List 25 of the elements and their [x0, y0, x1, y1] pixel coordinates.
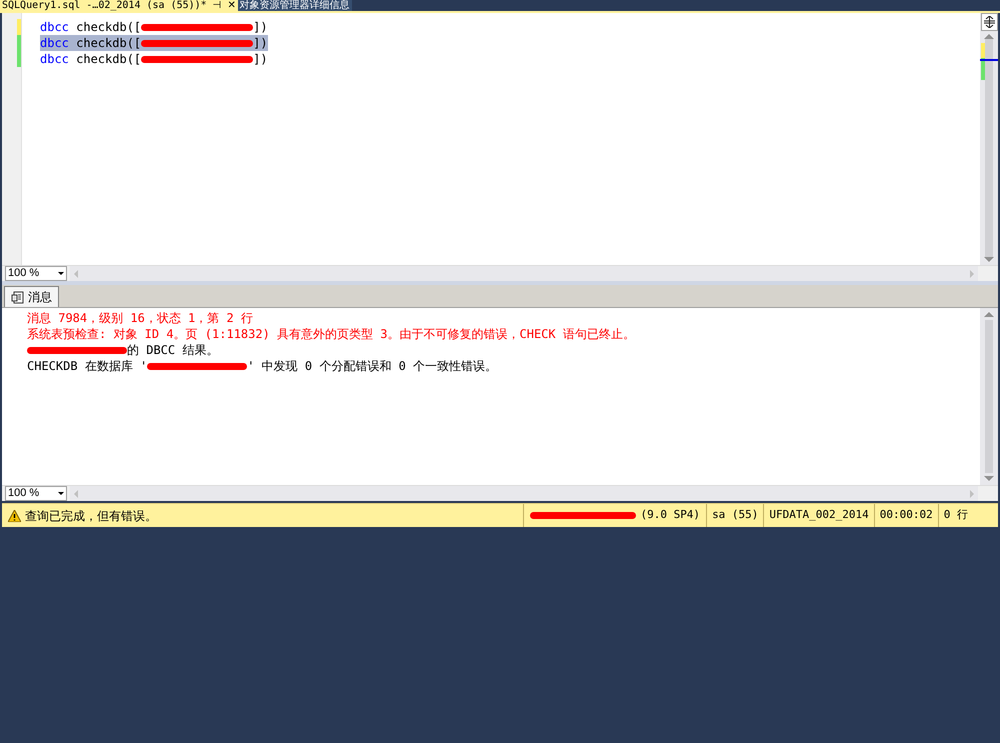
- document-tab[interactable]: SQLQuery1.sql -…02_2014 (sa (55))* ⊣ ✕: [0, 0, 238, 11]
- code-line: dbcc checkdb([ ]): [40, 51, 268, 67]
- horizontal-scrollbar[interactable]: [70, 266, 978, 281]
- pin-icon[interactable]: ⊣: [212, 0, 222, 11]
- code-line: dbcc checkdb([ ]): [40, 19, 268, 35]
- caret-icon: [58, 492, 64, 495]
- server-version: (9.0 SP4): [640, 507, 700, 524]
- warning-icon: [8, 510, 21, 522]
- caret-icon: [58, 272, 64, 275]
- vertical-scrollbar[interactable]: [980, 308, 998, 485]
- vertical-scrollbar[interactable]: [980, 13, 998, 265]
- message-line: CHECKDB 在数据库 ' ' 中发现 0 个分配错误和 0 个一致性错误。: [27, 358, 498, 374]
- zoom-dropdown[interactable]: 100 %: [5, 486, 67, 501]
- close-icon[interactable]: ✕: [228, 0, 236, 11]
- split-icon[interactable]: [980, 13, 998, 31]
- message-line: 消息 7984，级别 16，状态 1，第 2 行: [27, 310, 254, 326]
- messages-tab[interactable]: 消息: [4, 286, 59, 307]
- document-icon: [11, 290, 24, 304]
- status-message: 查询已完成，但有错误。: [25, 508, 157, 524]
- overview-markers: [981, 43, 985, 80]
- message-line: 的 DBCC 结果。: [27, 342, 980, 358]
- horizontal-scrollbar[interactable]: [70, 486, 978, 501]
- zoom-dropdown[interactable]: 100 %: [5, 266, 67, 281]
- caret-position-marker: [980, 59, 998, 61]
- message-line: 系统表预检查: 对象 ID 4。页 (1:11832) 具有意外的页类型 3。由于不可修复的错误，CHECK 语句已终止。: [27, 326, 636, 342]
